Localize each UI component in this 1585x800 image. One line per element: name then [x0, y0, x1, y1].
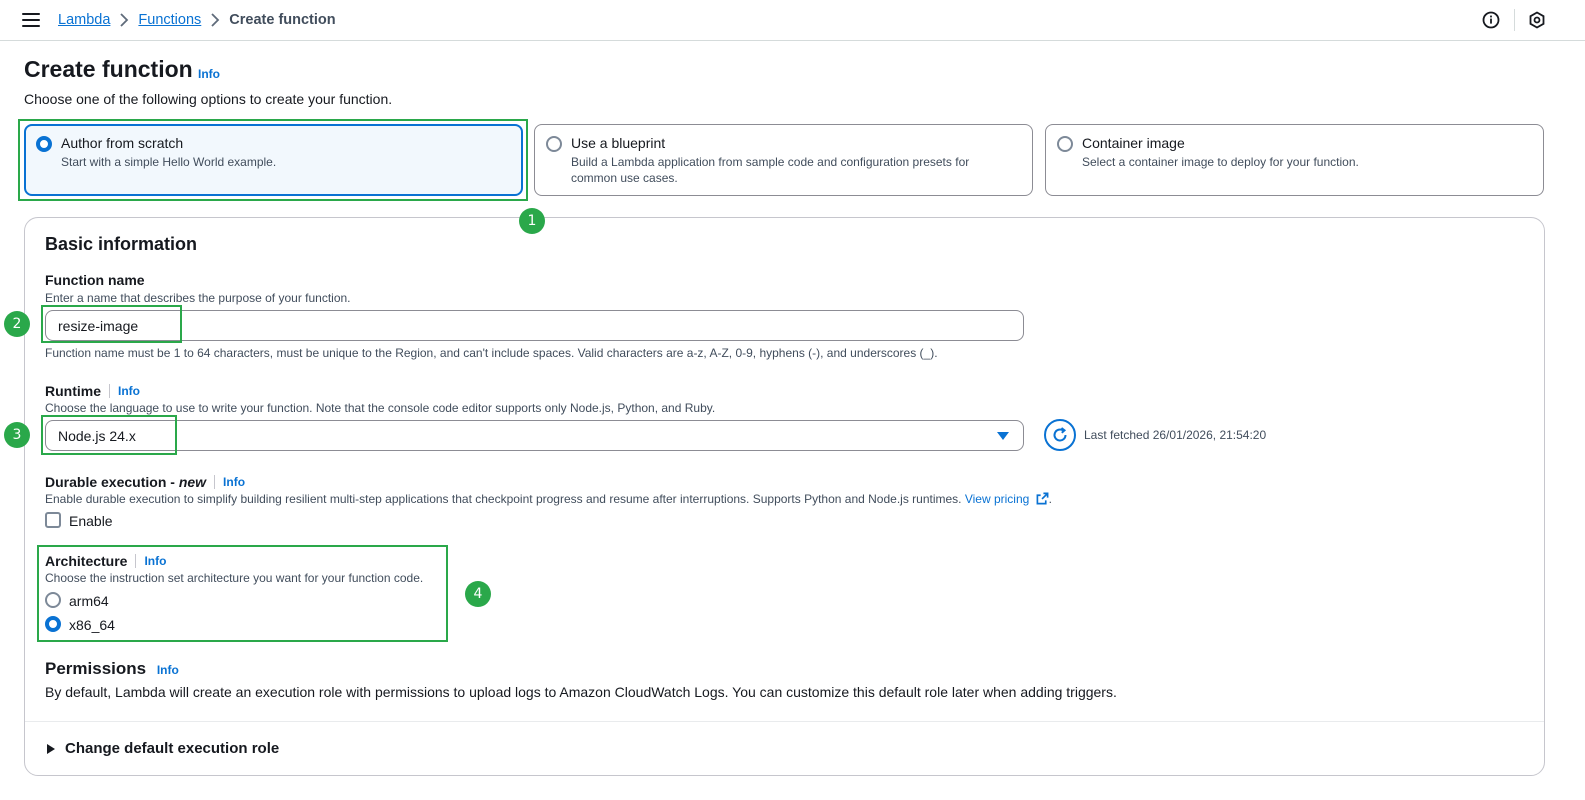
- panel-divider: [25, 721, 1544, 722]
- radio-use-a-blueprint[interactable]: [546, 136, 562, 152]
- external-link-icon: [1036, 492, 1049, 505]
- runtime-info-link[interactable]: Info: [118, 384, 140, 398]
- runtime-select[interactable]: Node.js 24.x: [45, 420, 1024, 451]
- function-name-input[interactable]: resize-image: [45, 310, 1024, 341]
- view-pricing-text: View pricing: [964, 492, 1030, 506]
- label-separator: [109, 384, 110, 398]
- option-container-image[interactable]: Container image Select a container image…: [1045, 124, 1544, 196]
- breadcrumb-functions[interactable]: Functions: [138, 12, 201, 28]
- option-title: Container image: [1082, 135, 1185, 151]
- toolbar-divider: [1514, 9, 1515, 31]
- radio-x86-64[interactable]: [45, 616, 61, 632]
- change-execution-role-expander[interactable]: Change default execution role: [47, 740, 279, 757]
- page-subtitle: Choose one of the following options to c…: [24, 91, 393, 107]
- last-fetched-text: Last fetched 26/01/2026, 21:54:20: [1084, 428, 1267, 442]
- option-desc: Select a container image to deploy for y…: [1082, 155, 1359, 169]
- architecture-label-text: Architecture: [45, 553, 128, 569]
- runtime-desc: Choose the language to use to write your…: [45, 401, 716, 415]
- title-info-link[interactable]: Info: [198, 67, 220, 81]
- option-desc: Build a Lambda application from sample c…: [571, 155, 970, 185]
- function-name-constraint: Function name must be 1 to 64 characters…: [45, 346, 938, 360]
- architecture-info-link[interactable]: Info: [144, 554, 166, 568]
- function-name-value: resize-image: [58, 317, 139, 334]
- option-use-a-blueprint[interactable]: Use a blueprint Build a Lambda applicati…: [534, 124, 1033, 196]
- refresh-runtimes-button[interactable]: [1044, 419, 1076, 451]
- durable-enable-checkbox[interactable]: [45, 512, 61, 528]
- durable-desc-text: Enable durable execution to simplify bui…: [45, 492, 962, 506]
- annotation-number-1: 1: [519, 208, 545, 234]
- function-name-label: Function name: [45, 272, 145, 288]
- durable-enable-label: Enable: [69, 513, 113, 529]
- radio-arm64[interactable]: [45, 592, 61, 608]
- basic-information-panel: Basic information Function name Enter a …: [24, 217, 1545, 776]
- info-circle-icon[interactable]: [1482, 11, 1500, 29]
- radio-author-from-scratch[interactable]: [36, 136, 52, 152]
- caret-down-icon: [997, 432, 1009, 440]
- page-title: Create function: [24, 56, 193, 82]
- option-desc: Start with a simple Hello World example.: [61, 155, 277, 169]
- top-navigation: Lambda Functions Create function: [0, 0, 1585, 41]
- x86-64-label: x86_64: [69, 617, 115, 633]
- permissions-title: Permissions Info: [45, 659, 179, 679]
- option-title: Author from scratch: [61, 135, 184, 151]
- menu-icon[interactable]: [22, 13, 40, 27]
- function-name-desc: Enter a name that describes the purpose …: [45, 291, 351, 305]
- permissions-info-link[interactable]: Info: [157, 663, 179, 677]
- radio-container-image[interactable]: [1057, 136, 1073, 152]
- durable-execution-label: Durable execution - new Info: [45, 474, 245, 490]
- runtime-label-text: Runtime: [45, 383, 101, 399]
- expander-label: Change default execution role: [65, 740, 280, 757]
- breadcrumb: Lambda Functions Create function: [58, 12, 336, 28]
- permissions-title-text: Permissions: [45, 659, 147, 678]
- runtime-label: Runtime Info: [45, 383, 140, 399]
- arm64-label: arm64: [69, 593, 109, 609]
- durable-desc: Enable durable execution to simplify bui…: [45, 492, 1053, 506]
- architecture-label: Architecture Info: [45, 553, 166, 569]
- durable-info-link[interactable]: Info: [223, 475, 245, 489]
- chevron-right-icon: [201, 13, 229, 27]
- durable-label-text: Durable execution -: [45, 474, 179, 490]
- caret-right-icon: [47, 743, 55, 754]
- breadcrumb-current: Create function: [229, 12, 336, 28]
- architecture-desc: Choose the instruction set architecture …: [45, 571, 424, 585]
- option-title: Use a blueprint: [571, 135, 666, 151]
- annotation-number-3: 3: [4, 422, 30, 448]
- label-separator: [214, 475, 216, 489]
- label-separator: [135, 554, 137, 568]
- function-name-label-text: Function name: [45, 272, 145, 288]
- chevron-right-icon: [110, 13, 138, 27]
- annotation-number-4: 4: [465, 581, 491, 607]
- permissions-desc: By default, Lambda will create an execut…: [45, 684, 1117, 700]
- view-pricing-link[interactable]: View pricing: [965, 492, 1049, 506]
- annotation-number-2: 2: [4, 311, 30, 337]
- notifications-icon[interactable]: [1528, 11, 1546, 29]
- breadcrumb-lambda[interactable]: Lambda: [58, 12, 110, 28]
- panel-title: Basic information: [45, 234, 198, 254]
- option-author-from-scratch[interactable]: Author from scratch Start with a simple …: [24, 124, 523, 196]
- new-badge: new: [178, 474, 207, 490]
- refresh-icon: [1053, 427, 1067, 442]
- runtime-value: Node.js 24.x: [58, 427, 136, 444]
